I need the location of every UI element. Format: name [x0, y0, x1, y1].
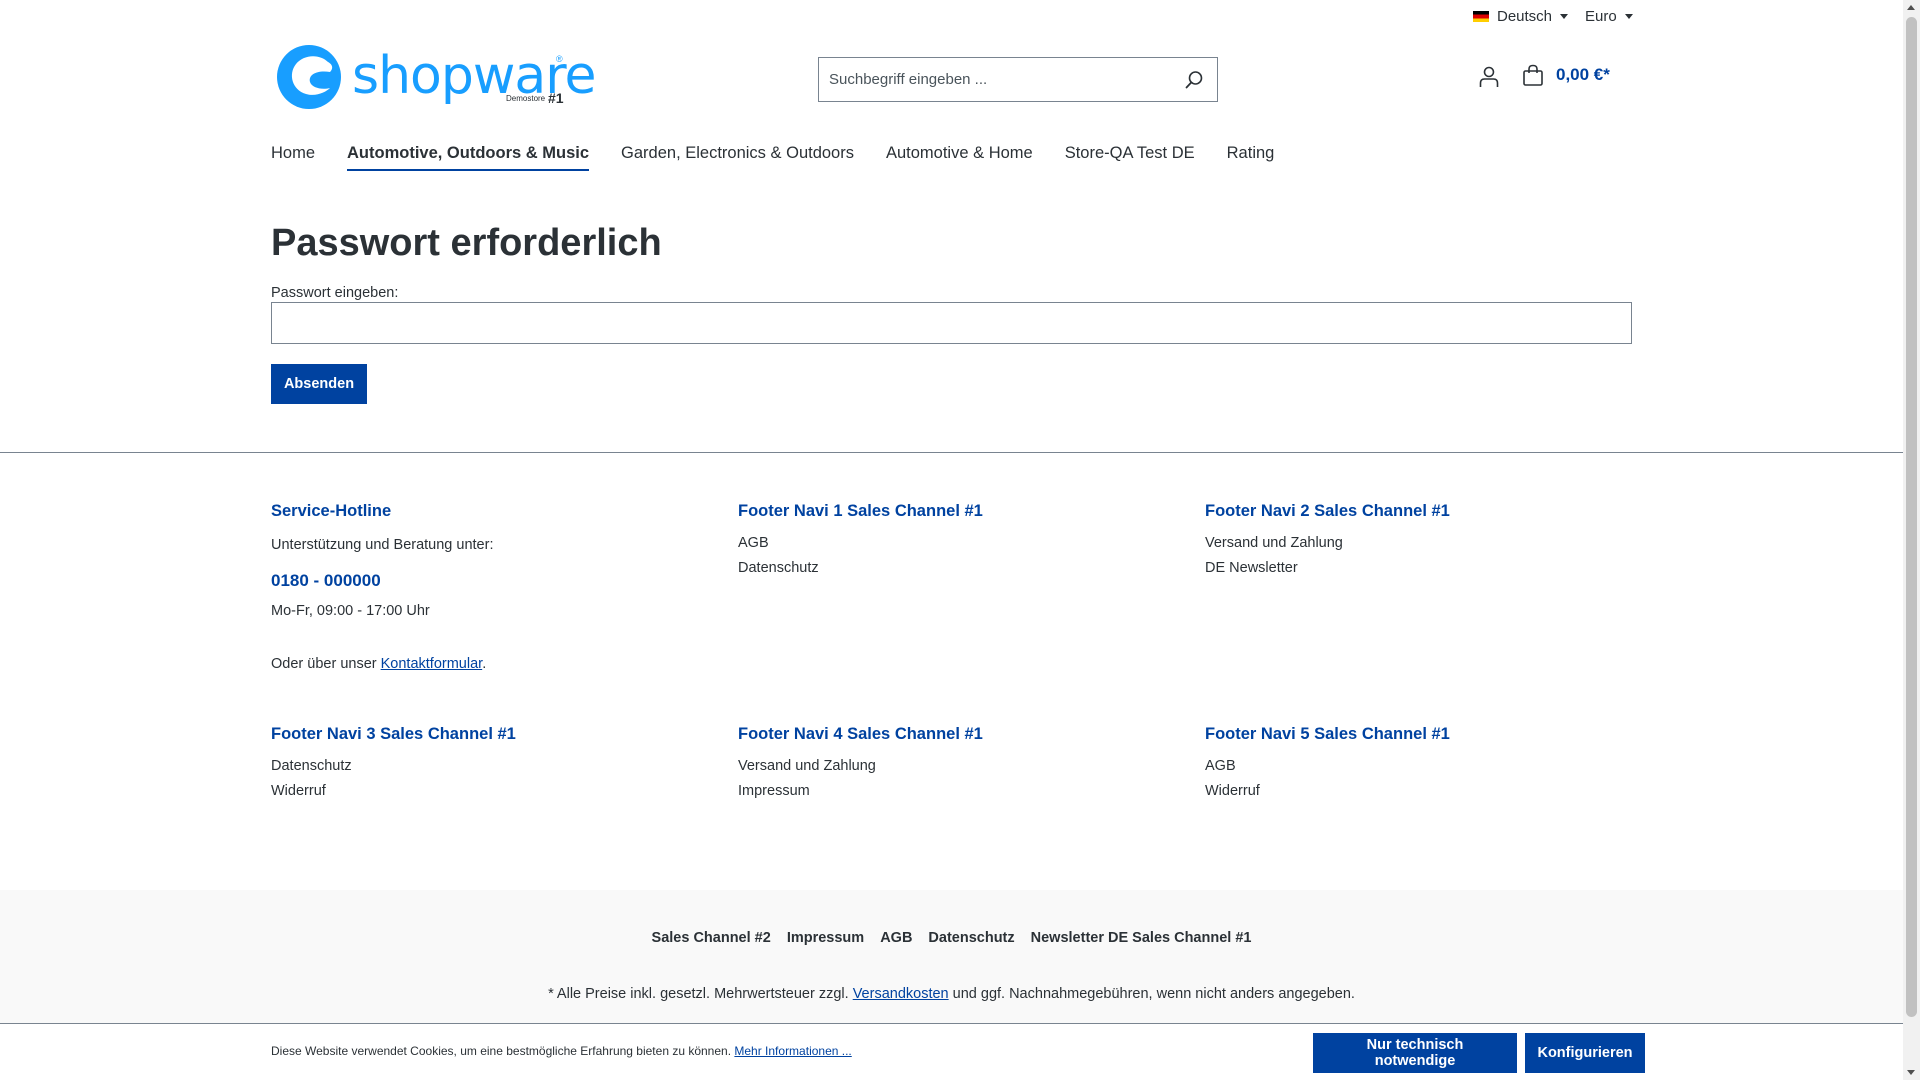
cookie-more-info-link[interactable]: Mehr Informationen ... — [734, 1044, 851, 1058]
hotline-hours: Mo-Fr, 09:00 - 17:00 Uhr — [271, 603, 430, 619]
flag-de-icon — [1473, 11, 1489, 22]
footer-bottom: Sales Channel #2 Impressum AGB Datenschu… — [0, 890, 1903, 1025]
footer-heading-navi-2: Footer Navi 2 Sales Channel #1 — [1205, 502, 1450, 520]
logo-number-label: #1 — [548, 90, 564, 106]
search-input[interactable] — [819, 58, 1171, 101]
service-link-agb[interactable]: AGB — [880, 930, 912, 946]
top-bar: Deutsch Euro — [0, 8, 1903, 32]
cookie-text: Diese Website verwendet Cookies, um eine… — [271, 1044, 735, 1058]
password-label: Passwort eingeben: — [271, 285, 399, 301]
user-icon — [1479, 66, 1499, 87]
chevron-down-icon — [1624, 14, 1633, 19]
language-label: Deutsch — [1497, 8, 1553, 25]
footer-link[interactable]: Versand und Zahlung — [1205, 531, 1625, 556]
currency-select[interactable]: Euro — [1585, 8, 1633, 25]
nav-item-rating[interactable]: Rating — [1227, 140, 1275, 171]
main-navigation: Home Automotive, Outdoors & Music Garden… — [271, 140, 1306, 171]
password-field[interactable] — [271, 302, 1632, 344]
language-select[interactable]: Deutsch — [1473, 8, 1569, 25]
vat-notice: * Alle Preise inkl. gesetzl. Mehrwertste… — [0, 986, 1903, 1002]
logo-registered-mark: ® — [556, 54, 563, 64]
service-link-impressum[interactable]: Impressum — [787, 930, 864, 946]
nav-item-home[interactable]: Home — [271, 140, 315, 171]
footer-heading-navi-1: Footer Navi 1 Sales Channel #1 — [738, 502, 983, 520]
page-title: Passwort erforderlich — [271, 222, 662, 264]
nav-item-automotive-outdoors-music[interactable]: Automotive, Outdoors & Music — [347, 140, 590, 171]
bag-icon — [1523, 64, 1543, 86]
contact-prefix: Oder über unser — [271, 656, 381, 672]
service-link-datenschutz[interactable]: Datenschutz — [928, 930, 1014, 946]
hotline-number[interactable]: 0180 - 000000 — [271, 571, 691, 591]
footer-heading-hotline: Service-Hotline — [271, 502, 392, 520]
footer-divider — [0, 452, 1903, 453]
footer-navi-3: Footer Navi 3 Sales Channel #1 Datenschu… — [271, 725, 691, 804]
account-button[interactable] — [1476, 64, 1502, 90]
contact-suffix: . — [482, 656, 487, 672]
footer-navi-5: Footer Navi 5 Sales Channel #1 AGB Wider… — [1205, 725, 1625, 804]
footer-navi-1: Footer Navi 1 Sales Channel #1 AGB Daten… — [738, 502, 1158, 581]
service-link-sales-channel-2[interactable]: Sales Channel #2 — [652, 930, 771, 946]
hotline-contact: Oder über unser Kontaktformular. — [271, 654, 691, 674]
nav-item-garden-electronics-outdoors[interactable]: Garden, Electronics & Outdoors — [621, 140, 854, 171]
footer-link[interactable]: Datenschutz — [271, 754, 691, 779]
chevron-down-icon — [1560, 14, 1569, 19]
footer-link[interactable]: AGB — [738, 531, 1158, 556]
footer-heading-navi-3: Footer Navi 3 Sales Channel #1 — [271, 725, 516, 743]
footer-link[interactable]: Versand und Zahlung — [738, 754, 1158, 779]
shop-logo[interactable]: shopware ® Demostore #1 — [276, 42, 596, 112]
footer-heading-navi-5: Footer Navi 5 Sales Channel #1 — [1205, 725, 1450, 743]
footer-link[interactable]: AGB — [1205, 754, 1625, 779]
search-form — [818, 57, 1218, 102]
vat-suffix: und ggf. Nachnahmegebühren, wenn nicht a… — [948, 986, 1355, 1002]
page-scrollbar[interactable] — [1903, 0, 1920, 1080]
vat-prefix: * Alle Preise inkl. gesetzl. Mehrwertste… — [548, 986, 853, 1002]
submit-button[interactable]: Absenden — [271, 364, 367, 404]
cookie-configure-button[interactable]: Konfigurieren — [1525, 1033, 1645, 1073]
search-icon — [1185, 70, 1203, 88]
cart-button[interactable]: 0,00 €* — [1522, 64, 1610, 86]
footer-link[interactable]: DE Newsletter — [1205, 556, 1625, 581]
cookie-necessary-button[interactable]: Nur technisch notwendige — [1313, 1033, 1517, 1073]
scroll-down-icon[interactable] — [1907, 1070, 1915, 1075]
nav-item-automotive-home[interactable]: Automotive & Home — [886, 140, 1033, 171]
footer-link[interactable]: Widerruf — [1205, 779, 1625, 804]
scroll-up-icon[interactable] — [1907, 5, 1915, 10]
shipping-costs-link[interactable]: Versandkosten — [853, 986, 949, 1002]
footer-link[interactable]: Widerruf — [271, 779, 691, 804]
cookie-bar: Diese Website verwendet Cookies, um eine… — [0, 1023, 1903, 1080]
contact-form-link[interactable]: Kontaktformular — [381, 656, 483, 672]
service-link-newsletter[interactable]: Newsletter DE Sales Channel #1 — [1031, 930, 1252, 946]
page: Deutsch Euro shopware ® Demostore #1 Suc… — [0, 0, 1903, 1080]
shopware-logo-icon — [277, 45, 341, 109]
footer-heading-navi-4: Footer Navi 4 Sales Channel #1 — [738, 725, 983, 743]
footer-service-menu: Sales Channel #2 Impressum AGB Datenschu… — [0, 930, 1903, 946]
footer-link[interactable]: Impressum — [738, 779, 1158, 804]
currency-label: Euro — [1585, 8, 1617, 25]
scrollbar-thumb[interactable] — [1906, 17, 1917, 1017]
cart-total: 0,00 €* — [1556, 65, 1610, 84]
logo-demostore-label: Demostore — [506, 94, 546, 103]
footer-link[interactable]: Datenschutz — [738, 556, 1158, 581]
footer-hotline: Service-Hotline Unterstützung und Beratu… — [271, 502, 691, 674]
hotline-intro: Unterstützung und Beratung unter: — [271, 537, 494, 553]
footer-navi-4: Footer Navi 4 Sales Channel #1 Versand u… — [738, 725, 1158, 804]
search-button[interactable] — [1171, 58, 1217, 101]
nav-item-store-qa-test[interactable]: Store-QA Test DE — [1065, 140, 1195, 171]
cookie-notice: Diese Website verwendet Cookies, um eine… — [271, 1044, 852, 1058]
footer-navi-2: Footer Navi 2 Sales Channel #1 Versand u… — [1205, 502, 1625, 581]
